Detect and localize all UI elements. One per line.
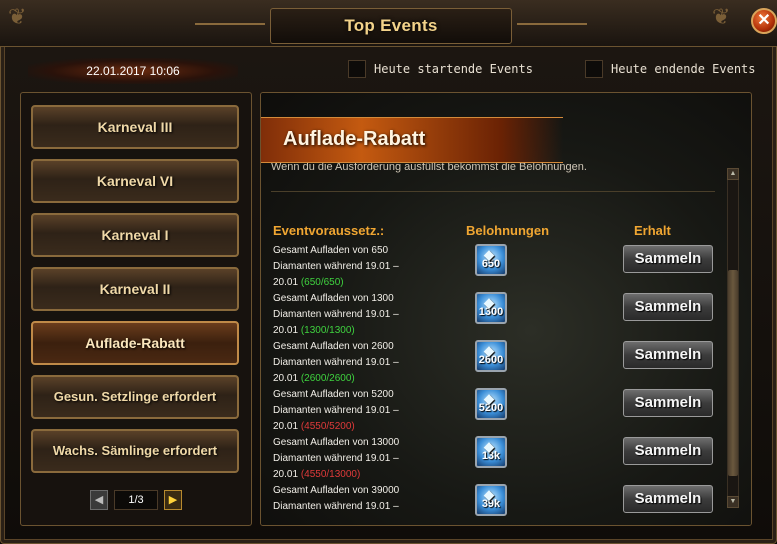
close-button[interactable]: ✕ <box>751 8 777 34</box>
corner-ornament-left-icon: ❦ <box>8 4 27 29</box>
condition-line: Gesamt Aufladen von 1300 <box>273 293 394 304</box>
diamond-icon: ◆ <box>484 247 494 262</box>
condition-line: Diamanten während 19.01 – <box>273 261 399 272</box>
close-icon: ✕ <box>757 12 771 29</box>
condition-line: Gesamt Aufladen von 2600 <box>273 341 394 352</box>
condition-line: Diamanten während 19.01 – <box>273 405 399 416</box>
condition-date: 20.01 <box>273 421 299 432</box>
condition-date: 20.01 <box>273 277 299 288</box>
event-description: Wenn du die Ausforderung ausfüllst bekom… <box>271 163 587 173</box>
corner-ornament-right-icon: ❦ <box>712 4 731 29</box>
row-condition: Gesamt Aufladen von 1300 Diamanten währe… <box>273 291 453 339</box>
reward-diamond-item[interactable]: ◆ 2600 <box>475 340 507 372</box>
condition-line: Diamanten während 19.01 – <box>273 357 399 368</box>
scrollbar-thumb[interactable] <box>728 270 738 476</box>
progress-value: (4550/13000) <box>300 469 361 480</box>
header-condition: Eventvoraussetz.: <box>273 223 385 238</box>
condition-date: 20.01 <box>273 373 299 384</box>
header-claim: Erhalt <box>634 223 671 238</box>
event-item-karneval-ii[interactable]: Karneval II <box>31 267 239 311</box>
collect-button[interactable]: Sammeln <box>623 389 713 417</box>
arrow-down-icon: ▼ <box>729 498 737 505</box>
condition-line: 20.01 (2600/2600) <box>273 371 453 387</box>
collect-button[interactable]: Sammeln <box>623 341 713 369</box>
event-item-auflade-rabatt[interactable]: Auflade-Rabatt <box>31 321 239 365</box>
current-date: 22.01.2017 10:06 <box>28 58 238 84</box>
prev-page-button[interactable]: ◀ <box>90 490 108 510</box>
diamond-icon: ◆ <box>484 295 494 310</box>
condition-line: 20.01 (4550/13000) <box>273 467 453 483</box>
progress-value: (2600/2600) <box>300 373 355 384</box>
condition-line: Gesamt Aufladen von 13000 <box>273 437 400 448</box>
reward-diamond-item[interactable]: ◆ 5200 <box>475 388 507 420</box>
arrow-up-icon: ▲ <box>729 170 737 177</box>
condition-line: Diamanten während 19.01 – <box>273 501 399 512</box>
reward-row: Gesamt Aufladen von 39000 Diamanten währ… <box>273 483 723 523</box>
filter-ending-today[interactable]: Heute endende Events <box>585 60 756 78</box>
condition-line: Diamanten während 19.01 – <box>273 309 399 320</box>
event-detail-panel: Wenn du die Ausforderung ausfüllst bekom… <box>260 92 752 526</box>
collect-button[interactable]: Sammeln <box>623 293 713 321</box>
condition-line: Diamanten während 19.01 – <box>273 453 399 464</box>
reward-diamond-item[interactable]: ◆ 39k <box>475 484 507 516</box>
reward-row: Gesamt Aufladen von 650 Diamanten währen… <box>273 243 723 291</box>
reward-row: Gesamt Aufladen von 5200 Diamanten währe… <box>273 387 723 435</box>
page-indicator: 1/3 <box>114 490 158 510</box>
condition-date: 20.01 <box>273 469 299 480</box>
scroll-up-button[interactable]: ▲ <box>727 168 739 180</box>
condition-line: Gesamt Aufladen von 5200 <box>273 389 394 400</box>
event-title: Auflade-Rabatt <box>283 128 426 150</box>
event-item-karneval-vi[interactable]: Karneval VI <box>31 159 239 203</box>
event-item-gesun-setzlinge[interactable]: Gesun. Setzlinge erfordert <box>31 375 239 419</box>
row-condition: Gesamt Aufladen von 39000 Diamanten währ… <box>273 483 453 515</box>
window-title: Top Events <box>195 8 587 44</box>
progress-value: (1300/1300) <box>300 325 355 336</box>
condition-line: 20.01 (650/650) <box>273 275 453 291</box>
reward-diamond-item[interactable]: ◆ 13k <box>475 436 507 468</box>
diamond-icon: ◆ <box>484 343 494 358</box>
event-list-panel: Karneval III Karneval VI Karneval I Karn… <box>20 92 252 526</box>
condition-line: Gesamt Aufladen von 650 <box>273 245 389 256</box>
condition-line: 20.01 (4550/5200) <box>273 419 453 435</box>
reward-diamond-item[interactable]: ◆ 1300 <box>475 292 507 324</box>
next-page-button[interactable]: ▶ <box>164 490 182 510</box>
reward-row: Gesamt Aufladen von 13000 Diamanten währ… <box>273 435 723 483</box>
header-reward: Belohnungen <box>466 223 550 238</box>
row-condition: Gesamt Aufladen von 5200 Diamanten währe… <box>273 387 453 435</box>
scroll-down-button[interactable]: ▼ <box>727 496 739 508</box>
filter-starting-today[interactable]: Heute startende Events <box>348 60 533 78</box>
collect-button[interactable]: Sammeln <box>623 437 713 465</box>
row-condition: Gesamt Aufladen von 2600 Diamanten währe… <box>273 339 453 387</box>
reward-row: Gesamt Aufladen von 1300 Diamanten währe… <box>273 291 723 339</box>
diamond-icon: ◆ <box>484 391 494 406</box>
event-list-pager: ◀ 1/3 ▶ <box>90 490 182 510</box>
reward-row: Gesamt Aufladen von 2600 Diamanten währe… <box>273 339 723 387</box>
event-item-karneval-i[interactable]: Karneval I <box>31 213 239 257</box>
filter-starting-today-label: Heute startende Events <box>374 62 533 76</box>
divider <box>271 191 715 192</box>
row-condition: Gesamt Aufladen von 13000 Diamanten währ… <box>273 435 453 483</box>
condition-line: Gesamt Aufladen von 39000 <box>273 485 400 496</box>
filter-ending-today-label: Heute endende Events <box>611 62 756 76</box>
event-item-karneval-iii[interactable]: Karneval III <box>31 105 239 149</box>
event-item-wachs-saemlinge[interactable]: Wachs. Sämlinge erfordert <box>31 429 239 473</box>
diamond-icon: ◆ <box>484 487 494 502</box>
filter-ending-today-checkbox[interactable] <box>585 60 603 78</box>
row-condition: Gesamt Aufladen von 650 Diamanten währen… <box>273 243 453 291</box>
condition-line: 20.01 (1300/1300) <box>273 323 453 339</box>
condition-date: 20.01 <box>273 325 299 336</box>
progress-value: (4550/5200) <box>300 421 355 432</box>
collect-button[interactable]: Sammeln <box>623 245 713 273</box>
filter-starting-today-checkbox[interactable] <box>348 60 366 78</box>
progress-value: (650/650) <box>300 277 344 288</box>
diamond-icon: ◆ <box>484 439 494 454</box>
collect-button[interactable]: Sammeln <box>623 485 713 513</box>
reward-diamond-item[interactable]: ◆ 650 <box>475 244 507 276</box>
